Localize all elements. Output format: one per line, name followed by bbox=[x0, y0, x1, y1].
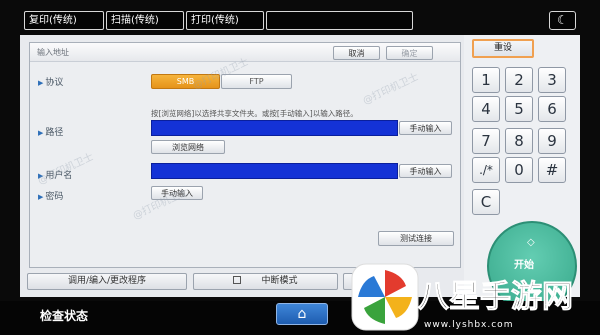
home-button[interactable]: ⌂ bbox=[276, 303, 328, 325]
logo-text: 八星手游网 bbox=[418, 279, 574, 316]
cancel-button[interactable]: 取消 bbox=[333, 46, 380, 60]
triangle-icon: ▶ bbox=[38, 79, 44, 87]
path-hint: 按[浏览网络]以选择共享文件夹。或按[手动输入]以输入路径。 bbox=[151, 109, 358, 118]
key-hash[interactable]: # bbox=[538, 157, 566, 183]
reset-button[interactable]: 重设 bbox=[472, 39, 534, 58]
key-9[interactable]: 9 bbox=[538, 128, 566, 154]
logo-url: www.lyshbx.com bbox=[424, 320, 514, 330]
triangle-icon: ▶ bbox=[38, 193, 44, 201]
password-row-label: ▶ 密码 bbox=[38, 192, 64, 202]
username-field[interactable] bbox=[151, 163, 398, 179]
dialog-title: 输入地址 bbox=[37, 48, 69, 57]
path-row-label: ▶ 路径 bbox=[38, 128, 64, 138]
key-6[interactable]: 6 bbox=[538, 96, 566, 122]
path-field[interactable] bbox=[151, 120, 398, 136]
night-mode-button[interactable]: ☾ bbox=[549, 11, 576, 30]
key-2[interactable]: 2 bbox=[505, 67, 533, 93]
tab-copy[interactable]: 复印(传统) bbox=[24, 11, 104, 30]
check-status-button[interactable]: 检查状态 bbox=[40, 307, 88, 324]
path-manual-input-button[interactable]: 手动输入 bbox=[399, 121, 452, 135]
pinwheel-logo-icon bbox=[351, 263, 419, 331]
program-button[interactable]: 调用/编入/更改程序 bbox=[27, 273, 187, 290]
tab-empty[interactable] bbox=[266, 11, 413, 30]
key-4[interactable]: 4 bbox=[472, 96, 500, 122]
browse-network-button[interactable]: 浏览网络 bbox=[151, 140, 225, 154]
interrupt-label: 中断模式 bbox=[261, 276, 298, 286]
key-dot-star[interactable]: ./* bbox=[472, 157, 500, 183]
username-manual-input-button[interactable]: 手动输入 bbox=[399, 164, 452, 178]
interrupt-mode-button[interactable]: 中断模式 bbox=[193, 273, 338, 290]
key-8[interactable]: 8 bbox=[505, 128, 533, 154]
triangle-icon: ▶ bbox=[38, 129, 44, 137]
key-1[interactable]: 1 bbox=[472, 67, 500, 93]
confirm-button[interactable]: 确定 bbox=[386, 46, 433, 60]
key-5[interactable]: 5 bbox=[505, 96, 533, 122]
home-icon: ⌂ bbox=[297, 306, 307, 322]
key-7[interactable]: 7 bbox=[472, 128, 500, 154]
protocol-ftp-button[interactable]: FTP bbox=[221, 74, 292, 89]
key-0[interactable]: 0 bbox=[505, 157, 533, 183]
tab-print[interactable]: 打印(传统) bbox=[186, 11, 264, 30]
tab-scan[interactable]: 扫描(传统) bbox=[106, 11, 184, 30]
test-connection-button[interactable]: 测试连接 bbox=[378, 231, 454, 246]
key-clear[interactable]: C bbox=[472, 189, 500, 215]
moon-icon: ☾ bbox=[557, 13, 568, 27]
key-3[interactable]: 3 bbox=[538, 67, 566, 93]
site-logo: 八星手游网 www.lyshbx.com bbox=[350, 262, 600, 335]
protocol-row-label: ▶ 协议 bbox=[38, 78, 64, 88]
start-icon: ◇ bbox=[527, 237, 535, 248]
checkbox-icon bbox=[233, 276, 242, 284]
